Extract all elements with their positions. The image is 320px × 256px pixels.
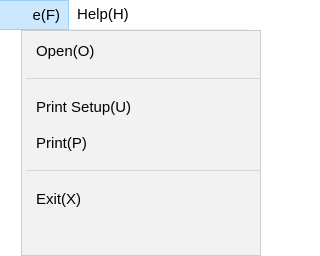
menu-item-print[interactable]: Print(P) xyxy=(22,129,260,159)
menu-bar: e(F) Help(H) xyxy=(0,0,248,30)
menubar-help[interactable]: Help(H) xyxy=(69,0,137,30)
menu-item-print-setup-label: Print Setup(U) xyxy=(36,99,132,116)
menu-item-print-setup[interactable]: Print Setup(U) xyxy=(22,93,260,123)
menu-separator xyxy=(26,170,260,171)
menu-item-print-label: Print(P) xyxy=(36,135,87,152)
menu-item-exit[interactable]: Exit(X) xyxy=(22,185,260,215)
menu-item-open[interactable]: Open(O) xyxy=(22,37,260,67)
menubar-file-label: e(F) xyxy=(32,7,61,24)
menubar-help-label: Help(H) xyxy=(77,6,129,23)
menu-separator xyxy=(26,78,260,79)
file-dropdown-menu: Open(O) Print Setup(U) Print(P) Exit(X) xyxy=(21,30,261,256)
menu-item-open-label: Open(O) xyxy=(36,43,95,60)
menubar-file[interactable]: e(F) xyxy=(0,0,69,30)
menu-item-exit-label: Exit(X) xyxy=(36,191,81,208)
